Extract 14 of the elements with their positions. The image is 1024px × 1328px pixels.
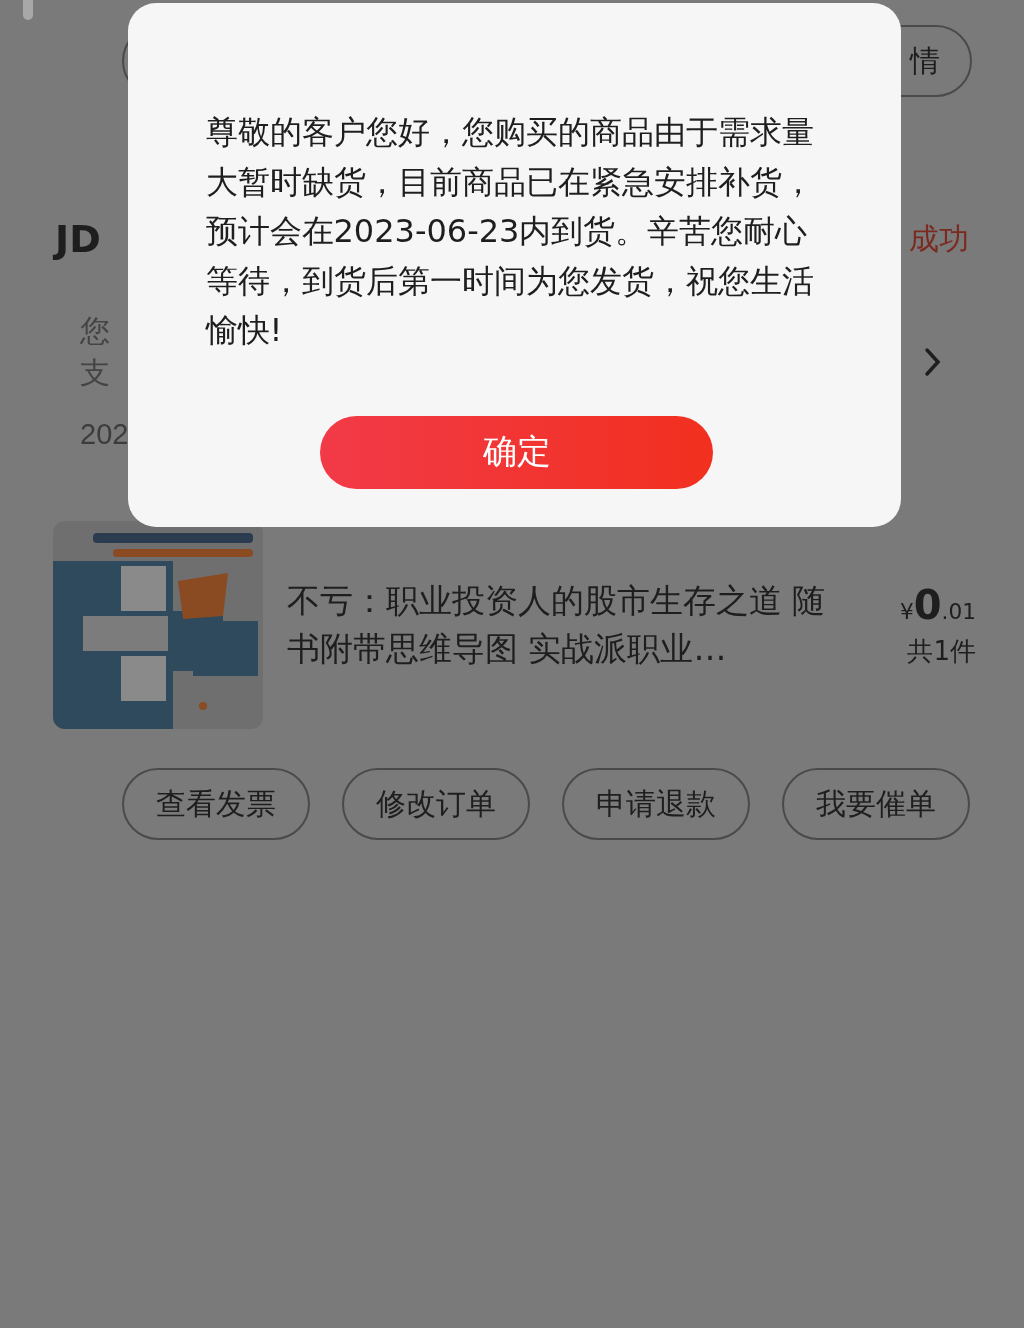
action-button[interactable]: 我要催单	[782, 768, 970, 840]
item-count: 共1件	[907, 634, 976, 668]
order-status: 成功	[909, 219, 969, 258]
notice-date: 202	[80, 418, 129, 451]
scroll-indicator	[23, 0, 33, 20]
dialog-message: 尊敬的客户您好，您购买的商品由于需求量大暂时缺货，目前商品已在紧急安排补货，预计会在2023-06-23内到货。辛苦您耐心等待，到货后第一时间为您发货，祝您生活愉快!	[205, 112, 815, 351]
action-button[interactable]: 查看发票	[122, 768, 310, 840]
chevron-right-icon[interactable]	[924, 346, 942, 377]
shop-name: JD	[55, 217, 101, 261]
product-price: ¥0.01	[899, 581, 976, 628]
product-title[interactable]: 不亏：职业投资人的股市生存之道 随书附带思维导图 实战派职业…	[287, 577, 827, 673]
action-button[interactable]: 修改订单	[342, 768, 530, 840]
action-button[interactable]: 申请退款	[562, 768, 750, 840]
confirm-button[interactable]: 确定	[320, 415, 713, 489]
